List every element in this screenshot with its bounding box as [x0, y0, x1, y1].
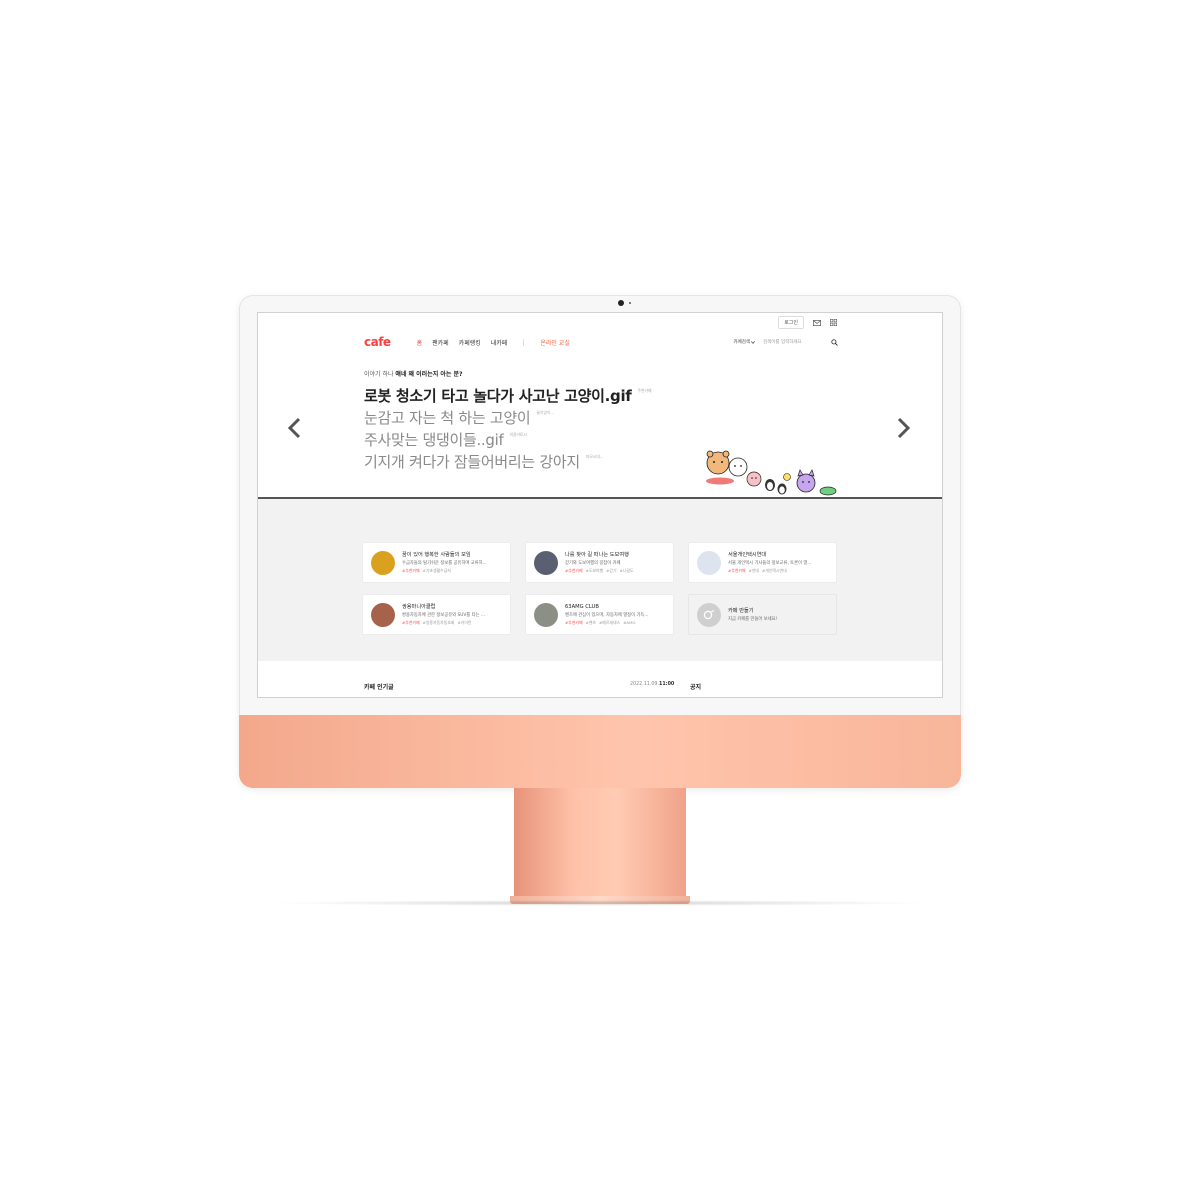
search-area: 카페검색 검색어를 입력하세요 [733, 338, 838, 346]
cafe-card[interactable]: 서울개인택시연대 서울 개인택시 기사들의 정보교류, 토론이 열... #추천… [688, 542, 837, 583]
cafe-tag[interactable]: #추천카페 [565, 568, 583, 574]
nav-item-online-class[interactable]: 온라인 교실 [540, 338, 570, 347]
cafe-tag[interactable]: #추천카페 [565, 620, 583, 626]
nav-item-fancafe[interactable]: 팬카페 [432, 338, 449, 347]
hero-item[interactable]: 기지개 켜다가 잠들어버리는 강아지 마모시대... [364, 451, 652, 473]
cafe-desc: 쌍용자동차에 관한 정보공유와 SUV를 타는 ... [402, 613, 485, 618]
hero-kicker: 이야기 하나 얘네 왜 이러는지 아는 분? [364, 369, 462, 378]
cafe-tag[interactable]: #연대 [749, 568, 759, 574]
nav-item-ranking[interactable]: 카페랭킹 [459, 338, 481, 347]
cafe-title: 쌍용마니아클럽 [402, 604, 436, 610]
global-nav: cafe 홈 팬카페 카페랭킹 내카페 온라인 교실 카페검색 검색어를 입력하… [364, 335, 838, 349]
cafe-tags: #추천카페 #벤츠 #메르세데스 #AMG [565, 620, 669, 626]
cafe-card[interactable]: 63AMG CLUB 벤츠에 관심이 있으며, 자동차에 열정이 가득... #… [525, 594, 674, 635]
monitor-stand [514, 788, 686, 900]
nav-menu: 홈 팬카페 카페랭킹 내카페 온라인 교실 [417, 338, 570, 347]
hero-item[interactable]: 눈감고 자는 척 하는 고양이 꿀이양이... [364, 407, 652, 429]
utility-bar: 로그인 [778, 316, 838, 329]
hero-kicker-prefix: 이야기 하나 [364, 371, 396, 378]
cafe-tags: #추천카페 #연대 #개인택시연대 [728, 568, 832, 574]
cafe-tag[interactable]: #메르세데스 [599, 620, 620, 626]
cafe-desc: 서울 개인택시 기사들의 정보교류, 토론이 열... [728, 561, 812, 566]
cafe-card-grid: 꿈이 있어 행복한 사람들의 모임 수급자들의 탈기쉬운 정보를 공유하며 교류… [362, 542, 837, 635]
search-scope-select[interactable]: 카페검색 [733, 339, 755, 345]
hero-item-source: 의종카토시 [509, 432, 527, 437]
character-illustration [706, 450, 837, 496]
cafe-title: 63AMG CLUB [565, 603, 599, 610]
nav-divider [523, 338, 525, 346]
create-cafe-desc: 지금 카페를 만들어 보세요! [728, 617, 778, 622]
cafe-desc: 수급자들의 탈기쉬운 정보를 공유하며 교류하... [402, 561, 487, 566]
cafe-tag[interactable]: #벤츠 [586, 620, 596, 626]
cafe-tag[interactable]: #개인택시연대 [762, 568, 787, 574]
next-arrow-icon[interactable] [894, 417, 912, 439]
popular-time: 11:00 [659, 682, 675, 687]
mail-icon[interactable] [812, 319, 821, 327]
popular-timestamp: 2022.11.09.11:00 [630, 682, 674, 687]
search-input[interactable]: 검색어를 입력하세요 [763, 339, 823, 345]
hero-item-source: 마모시대... [585, 454, 604, 459]
popular-posts-title: 카페 인기글 [364, 684, 394, 691]
ground-shadow [270, 900, 930, 906]
cafe-tag[interactable]: #나갈도 [620, 568, 634, 574]
cafe-desc: 벤츠에 관심이 있으며, 자동차에 열정이 가득... [565, 612, 649, 618]
screen: 로그인 cafe 홈 팬카페 카페랭킹 내카페 온라인 교실 카페검색 검색어를… [257, 312, 943, 698]
cafe-card[interactable]: 쌍용마니아클럽 쌍용자동차에 관한 정보공유와 SUV를 타는 ... #추천카… [362, 594, 511, 635]
hero-item-title: 눈감고 자는 척 하는 고양이 [364, 409, 531, 427]
hero-kicker-bold: 얘네 왜 이러는지 아는 분? [395, 371, 463, 378]
cafe-tag[interactable]: #도보여행 [586, 568, 604, 574]
camera [618, 300, 624, 306]
create-cafe-icon [697, 602, 721, 627]
notice-title: 공지 [690, 684, 702, 691]
chevron-down-icon [751, 340, 755, 344]
create-cafe-card[interactable]: 카페 만들기 지금 카페를 만들어 보세요! [688, 594, 837, 635]
create-cafe-title: 카페 만들기 [728, 608, 754, 614]
monitor-chin [239, 715, 961, 788]
cafe-tag[interactable]: #추천카페 [402, 568, 420, 574]
apps-grid-icon[interactable] [829, 319, 838, 327]
hero-item-title: 기지개 켜다가 잠들어버리는 강아지 [364, 453, 580, 471]
cafe-tag[interactable]: #기초생활수급자 [423, 568, 451, 574]
cafe-desc: 걷기와 도보여행의 길잡이 카페 [565, 561, 621, 566]
cafe-card[interactable]: 나를 찾아 길 떠나는 도보여행 걷기와 도보여행의 길잡이 카페 #추천카페 … [525, 542, 674, 583]
hero-item[interactable]: 로봇 청소기 타고 놀다가 사고난 고양이.gif 주변카페 [364, 385, 652, 407]
popular-section: 카페 인기글 2022.11.09.11:00 공지 [258, 661, 942, 697]
cafe-card[interactable]: 꿈이 있어 행복한 사람들의 모임 수급자들의 탈기쉬운 정보를 공유하며 교류… [362, 542, 511, 583]
cafe-tag[interactable]: #추천카페 [728, 568, 746, 574]
login-button[interactable]: 로그인 [778, 316, 804, 329]
cafe-title: 나를 찾아 길 떠나는 도보여행 [565, 552, 629, 558]
hero-item-title: 주사맞는 댕댕이들..gif [364, 431, 504, 449]
cafe-title: 서울개인택시연대 [728, 552, 767, 558]
cafe-tags: #추천카페 #쌍용자동차동호회 #카이런 [402, 620, 506, 626]
nav-item-home[interactable]: 홈 [417, 338, 423, 347]
prev-arrow-icon[interactable] [286, 417, 304, 439]
cafe-logo[interactable]: cafe [364, 335, 391, 349]
hero-item-title: 로봇 청소기 타고 놀다가 사고난 고양이.gif [364, 387, 632, 405]
hero-list: 로봇 청소기 타고 놀다가 사고난 고양이.gif 주변카페 눈감고 자는 척 … [364, 385, 652, 473]
cafe-thumbnail [534, 602, 558, 627]
cafe-thumbnail [534, 550, 558, 575]
cafe-thumbnail [371, 602, 395, 627]
monitor: 로그인 cafe 홈 팬카페 카페랭킹 내카페 온라인 교실 카페검색 검색어를… [239, 295, 961, 788]
cafe-tag[interactable]: #쌍용자동차동호회 [423, 620, 455, 626]
hero-item-source: 주변카페 [637, 388, 652, 393]
cafe-tag[interactable]: #AMG [623, 620, 635, 626]
cafe-thumbnail [371, 550, 395, 575]
hero-item-source: 꿀이양이... [536, 410, 554, 415]
cafe-tags: #추천카페 #도보여행 #걷기 #나갈도 [565, 568, 669, 574]
cafe-tag[interactable]: #카이런 [457, 620, 471, 626]
cafe-tags: #추천카페 #기초생활수급자 [402, 568, 506, 574]
camera-sensor [629, 302, 631, 304]
search-icon[interactable] [831, 338, 838, 346]
cafe-tag[interactable]: #추천카페 [402, 620, 420, 626]
cafe-tag[interactable]: #걷기 [606, 568, 616, 574]
nav-item-mycafe[interactable]: 내카페 [491, 338, 508, 347]
popular-date: 2022.11.09. [630, 682, 659, 687]
cafe-title: 꿈이 있어 행복한 사람들의 모임 [402, 552, 471, 558]
hero-carousel: 이야기 하나 얘네 왜 이러는지 아는 분? 로봇 청소기 타고 놀다가 사고난… [258, 357, 942, 497]
recommended-cafes: 꿈이 있어 행복한 사람들의 모임 수급자들의 탈기쉬운 정보를 공유하며 교류… [258, 499, 942, 661]
cafe-thumbnail [697, 550, 721, 575]
search-scope-label: 카페검색 [733, 340, 750, 345]
hero-item[interactable]: 주사맞는 댕댕이들..gif 의종카토시 [364, 429, 652, 451]
